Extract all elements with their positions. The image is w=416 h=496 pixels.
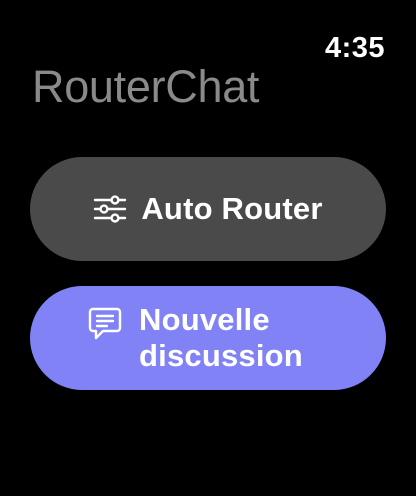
status-time: 4:35 (324, 32, 385, 64)
chat-bubble-icon (87, 306, 123, 342)
new-discussion-button-content: Nouvelle discussion (87, 302, 329, 373)
new-discussion-label: Nouvelle discussion (139, 302, 303, 373)
sliders-icon (93, 194, 127, 224)
auto-router-button[interactable]: Auto Router (30, 157, 386, 261)
auto-router-button-content: Auto Router (93, 191, 322, 227)
new-discussion-button[interactable]: Nouvelle discussion (30, 286, 386, 390)
auto-router-label: Auto Router (141, 191, 323, 227)
app-title: RouterChat (32, 61, 260, 112)
